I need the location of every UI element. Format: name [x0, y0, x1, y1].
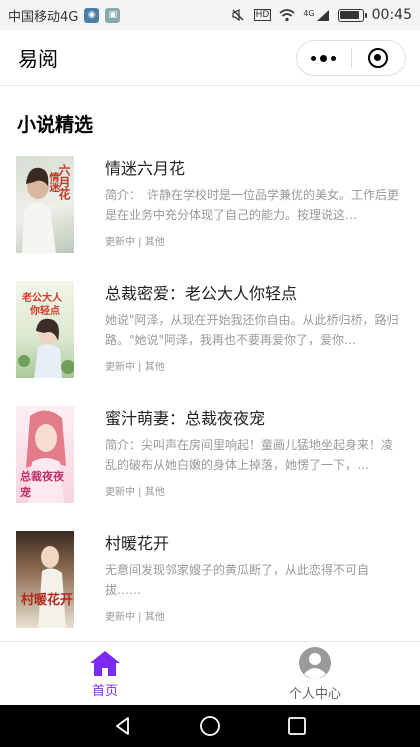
- tab-profile[interactable]: 个人中心: [210, 642, 420, 705]
- book-title: 总裁密爱：老公大人你轻点: [105, 284, 298, 303]
- system-navigation-bar: [0, 705, 420, 747]
- status-bar: 中国移动4G ◉ ▣ HD 4G 00:45: [0, 0, 420, 30]
- tab-profile-label: 个人中心: [288, 686, 341, 702]
- book-meta: 更新中 | 其他: [105, 612, 165, 623]
- tab-home-label: 首页: [91, 683, 118, 699]
- book-item[interactable]: 村暖花开 村暖花开 无意间发现邻家嫂子的黄瓜断了，从此恋得不可自拔…… 更新中 …: [16, 531, 404, 631]
- book-cover[interactable]: 村暖花开: [16, 531, 74, 628]
- more-button[interactable]: [297, 41, 351, 75]
- book-description: 无意间发现邻家嫂子的黄瓜断了，从此恋得不可自拔……: [105, 563, 370, 597]
- main-content[interactable]: 小说精选 六月花 情迷 情迷六月花 简介： 许静在学校时是一位品学兼优的美女。工…: [0, 86, 420, 640]
- close-miniprogram-button[interactable]: [352, 41, 406, 75]
- home-circle-icon[interactable]: [199, 715, 221, 737]
- book-meta: 更新中 | 其他: [105, 237, 165, 248]
- hd-badge: HD: [253, 9, 272, 21]
- back-icon[interactable]: [113, 716, 133, 736]
- book-cover[interactable]: 六月花 情迷: [16, 156, 74, 253]
- clock: 00:45: [371, 7, 412, 23]
- book-item[interactable]: 六月花 情迷 情迷六月花 简介： 许静在学校时是一位品学兼优的美女。工作后更是在…: [16, 156, 404, 256]
- book-item[interactable]: 总裁夜夜宠 蜜汁萌妻：总裁夜夜宠 简介：尖叫声在房间里响起！童画儿猛地坐起身来！…: [16, 406, 404, 506]
- book-title: 蜜汁萌妻：总裁夜夜宠: [105, 409, 266, 428]
- wifi-icon: [279, 9, 295, 22]
- tab-bar: 首页 个人中心: [0, 641, 420, 705]
- target-icon: [368, 48, 389, 68]
- book-info: 蜜汁萌妻：总裁夜夜宠 简介：尖叫声在房间里响起！童画儿猛地坐起身来！凌乱的破布从…: [105, 406, 404, 506]
- book-info: 村暖花开 无意间发现邻家嫂子的黄瓜断了，从此恋得不可自拔…… 更新中 | 其他: [105, 531, 404, 631]
- book-info: 总裁密爱：老公大人你轻点 她说"阿泽，从现在开始我还你自由。从此桥归桥，路归路。…: [105, 281, 404, 381]
- battery-icon: [337, 8, 367, 22]
- recents-icon[interactable]: [287, 716, 307, 736]
- book-title: 村暖花开: [105, 534, 170, 553]
- notification-app-icon: ◉: [84, 7, 100, 23]
- carrier-group: 中国移动4G ◉ ▣: [8, 6, 121, 25]
- book-cover[interactable]: 总裁夜夜宠: [16, 406, 74, 503]
- book-info: 情迷六月花 简介： 许静在学校时是一位品学兼优的美女。工作后更是在业务中充分体现…: [105, 156, 404, 256]
- book-item[interactable]: 老公大人 你轻点 总裁密爱：老公大人你轻点 她说"阿泽，从现在开始我还你自由。从…: [16, 281, 404, 381]
- book-description: 简介：尖叫声在房间里响起！童画儿猛地坐起身来！凌乱的破布从她白嫩的身体上掉落，她…: [105, 438, 394, 472]
- book-description: 她说"阿泽，从现在开始我还你自由。从此桥归桥，路归路。"她说"阿泽，我再也不要再…: [105, 313, 399, 347]
- book-cover[interactable]: 老公大人 你轻点: [16, 281, 74, 378]
- page-title: 易阅: [18, 47, 58, 71]
- signal-icon: 4G: [303, 9, 329, 22]
- status-right-group: HD 4G 00:45: [230, 7, 412, 23]
- miniprogram-capsule: [296, 40, 406, 76]
- tab-home[interactable]: 首页: [0, 642, 210, 705]
- book-description: 简介： 许静在学校时是一位品学兼优的美女。工作后更是在业务中充分体现了自己的能力…: [105, 188, 400, 222]
- network-label: 4G: [303, 8, 315, 18]
- notification-image-icon: ▣: [105, 7, 121, 23]
- book-title: 情迷六月花: [105, 159, 186, 178]
- home-icon: [90, 650, 120, 676]
- book-meta: 更新中 | 其他: [105, 362, 165, 373]
- user-icon: [299, 646, 331, 679]
- navigation-bar: 易阅: [0, 30, 420, 86]
- section-title: 小说精选: [17, 114, 94, 136]
- more-icon: [311, 54, 337, 62]
- mute-icon: [232, 9, 244, 22]
- book-meta: 更新中 | 其他: [105, 487, 165, 498]
- carrier-label: 中国移动4G: [8, 9, 79, 25]
